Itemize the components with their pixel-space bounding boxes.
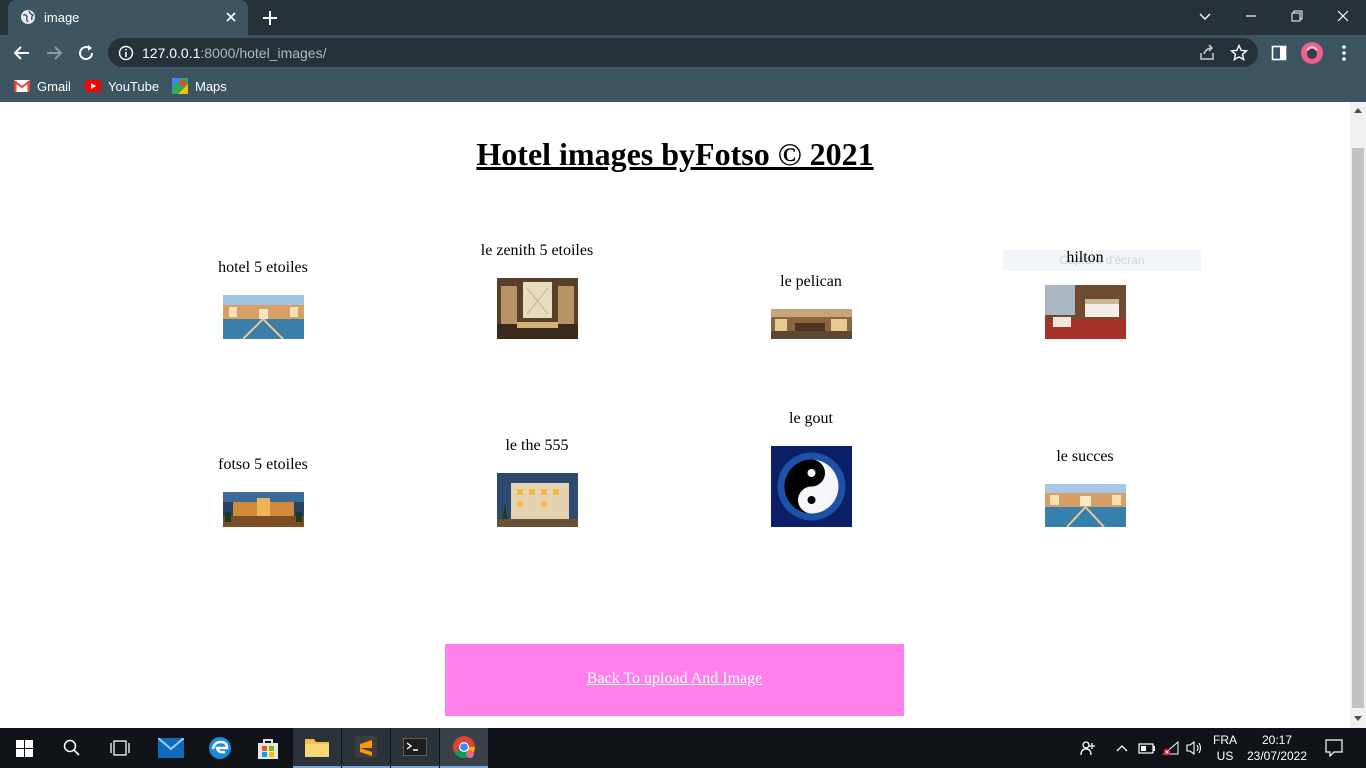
bookmark-youtube[interactable]: YouTube <box>85 76 159 96</box>
hotel-card: le gout <box>711 410 911 527</box>
hotel-image[interactable] <box>770 309 852 339</box>
hotel-caption: le the 555 <box>505 437 569 454</box>
scrollbar-thumb[interactable] <box>1352 148 1364 708</box>
tab-image[interactable]: image <box>8 0 248 35</box>
share-icon[interactable] <box>1198 44 1216 62</box>
maps-icon <box>172 78 188 94</box>
minimize-icon[interactable] <box>1228 0 1274 32</box>
window-close-icon[interactable] <box>1320 0 1366 32</box>
scroll-down-arrow-icon[interactable] <box>1354 716 1362 721</box>
hotel-caption: hilton <box>1066 249 1104 266</box>
hotel-card: le the 555 <box>437 437 637 527</box>
hotel-image[interactable] <box>496 278 578 339</box>
bookmark-star-icon[interactable] <box>1230 44 1248 62</box>
store-icon[interactable] <box>244 728 292 768</box>
gmail-icon <box>14 80 30 92</box>
reload-icon[interactable] <box>73 40 99 66</box>
youtube-icon <box>85 80 101 92</box>
new-tab-plus-icon[interactable] <box>258 6 282 30</box>
bookmark-maps[interactable]: Maps <box>172 76 227 96</box>
hotel-card: fotso 5 etoiles <box>163 456 363 527</box>
address-bar[interactable]: 127.0.0.1:8000/hotel_images/ <box>108 38 1258 67</box>
side-panel-icon[interactable] <box>1266 40 1292 66</box>
people-icon[interactable] <box>1076 728 1100 768</box>
tab-title: image <box>44 10 80 25</box>
close-icon[interactable] <box>222 8 240 26</box>
hotel-caption: le gout <box>789 410 833 427</box>
hotel-card: hilton <box>985 249 1185 339</box>
clock-time: 20:17 <box>1261 733 1293 747</box>
profile-avatar[interactable] <box>1299 40 1325 66</box>
chrome-icon[interactable] <box>440 728 488 768</box>
browser-toolbar: 127.0.0.1:8000/hotel_images/ <box>0 35 1366 70</box>
back-arrow-icon[interactable] <box>9 40 35 66</box>
language-code: FRA <box>1213 733 1237 747</box>
web-page: Hotel images byFotso © 2021 Capture d'éc… <box>0 102 1350 728</box>
bookmarks-bar: Gmail YouTube Maps <box>0 70 1366 102</box>
system-clock[interactable]: 20:17 23/07/2022 <box>1246 732 1308 764</box>
hotel-image[interactable] <box>222 492 304 527</box>
hotel-caption: fotso 5 etoiles <box>218 456 308 473</box>
tab-strip: image <box>0 0 1366 35</box>
url-path: :8000/hotel_images/ <box>200 45 327 61</box>
input-language[interactable]: FRA US <box>1208 732 1242 764</box>
hotel-image[interactable] <box>222 295 304 339</box>
hotel-caption: le pelican <box>780 273 842 290</box>
bookmark-gmail[interactable]: Gmail <box>14 76 71 96</box>
info-icon[interactable] <box>118 45 134 61</box>
bookmark-label: YouTube <box>108 78 160 94</box>
hotel-card: le succes <box>985 448 1185 527</box>
windows-taskbar: FRA US 20:17 23/07/2022 <box>0 728 1366 768</box>
hotel-image[interactable] <box>496 473 578 527</box>
restore-icon[interactable] <box>1274 0 1320 32</box>
hotel-caption: le zenith 5 etoiles <box>480 242 594 259</box>
bookmark-label: Gmail <box>37 78 71 94</box>
windows-start-icon[interactable] <box>0 728 48 768</box>
yin-yang-image[interactable] <box>770 446 852 527</box>
hotel-image[interactable] <box>1044 285 1126 339</box>
sublime-text-icon[interactable] <box>342 728 390 768</box>
hotel-card: le pelican <box>711 273 911 339</box>
edge-browser-icon[interactable] <box>196 728 244 768</box>
page-scrollbar[interactable] <box>1350 102 1366 728</box>
kebab-menu-icon[interactable] <box>1331 40 1357 66</box>
keyboard-layout: US <box>1216 749 1234 763</box>
bookmark-label: Maps <box>195 78 227 94</box>
url-host: 127.0.0.1 <box>142 45 201 61</box>
back-to-upload-link[interactable]: Back To upload And Image <box>587 670 762 687</box>
notification-icon[interactable] <box>1318 728 1350 768</box>
globe-icon <box>21 10 35 24</box>
mail-app-icon[interactable] <box>147 728 195 768</box>
tab-search-chevron-icon[interactable] <box>1182 0 1228 32</box>
clock-date: 23/07/2022 <box>1246 749 1308 763</box>
search-icon[interactable] <box>48 728 96 768</box>
url-text[interactable]: 127.0.0.1:8000/hotel_images/ <box>142 45 326 61</box>
hotel-card: hotel 5 etoiles <box>163 259 363 339</box>
hotel-card: le zenith 5 etoiles <box>437 242 637 339</box>
network-disconnected-icon[interactable] <box>1160 728 1182 768</box>
hotel-caption: hotel 5 etoiles <box>218 259 308 276</box>
file-explorer-icon[interactable] <box>293 728 341 768</box>
volume-icon[interactable] <box>1184 728 1206 768</box>
back-link-box: Back To upload And Image <box>445 644 904 716</box>
terminal-icon[interactable] <box>391 728 439 768</box>
forward-arrow-icon[interactable] <box>41 40 67 66</box>
battery-icon[interactable] <box>1136 728 1158 768</box>
hotel-caption: le succes <box>1056 448 1114 465</box>
task-view-icon[interactable] <box>96 728 144 768</box>
page-title: Hotel images byFotso © 2021 <box>476 136 874 172</box>
hotel-image[interactable] <box>1044 484 1126 527</box>
scroll-up-arrow-icon[interactable] <box>1354 108 1362 113</box>
chevron-up-icon[interactable] <box>1112 728 1132 768</box>
